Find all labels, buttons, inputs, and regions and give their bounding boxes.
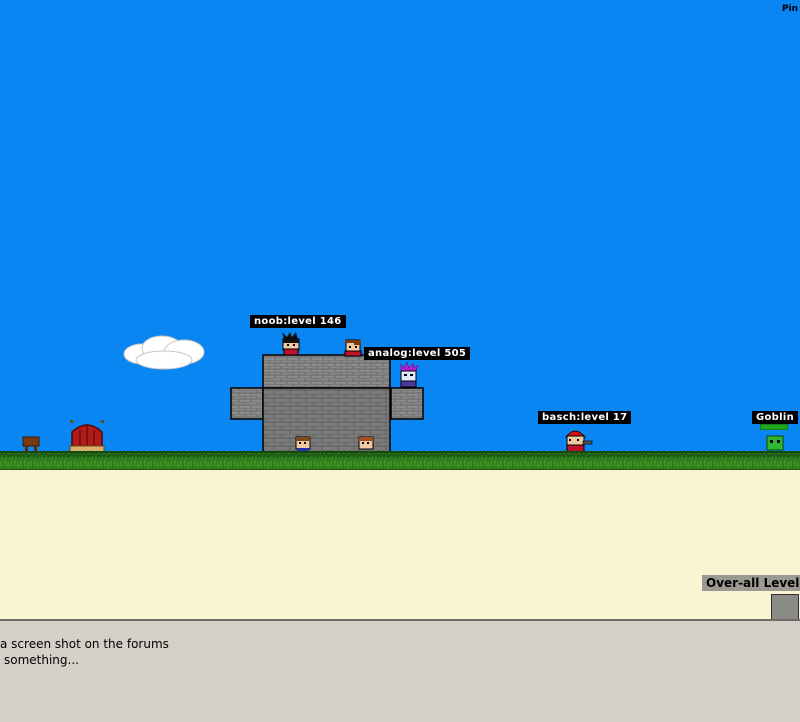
enemy-goblin[interactable] xyxy=(765,434,785,452)
player-analog[interactable] xyxy=(398,362,420,388)
shop-stand[interactable] xyxy=(68,418,106,454)
player-basch[interactable] xyxy=(563,427,593,453)
player-name-tag: analog:level 505 xyxy=(364,347,471,360)
npc-villager[interactable] xyxy=(295,436,311,452)
chat-line: something... xyxy=(4,653,79,667)
cloud xyxy=(123,335,205,370)
player-name-tag: noob:level 146 xyxy=(250,315,346,328)
enemy-name-tag: Goblin xyxy=(752,411,799,424)
sand-ground xyxy=(0,470,800,620)
goblin-health-bar xyxy=(760,424,788,430)
player-brown[interactable] xyxy=(342,338,366,358)
grass-strip xyxy=(0,451,800,471)
ping-indicator: Pin xyxy=(782,4,799,14)
overall-level-label: Over-all Level: xyxy=(702,575,800,591)
chat-line: a screen shot on the forums xyxy=(0,637,169,651)
overall-level-box[interactable] xyxy=(771,594,799,620)
player-noob[interactable] xyxy=(280,332,302,356)
chat-panel[interactable]: a screen shot on the forums something... xyxy=(0,619,800,722)
wooden-sign[interactable] xyxy=(22,436,40,452)
stone-castle xyxy=(230,354,424,453)
player-name-tag: basch:level 17 xyxy=(538,411,632,424)
npc-villager[interactable] xyxy=(358,436,374,452)
